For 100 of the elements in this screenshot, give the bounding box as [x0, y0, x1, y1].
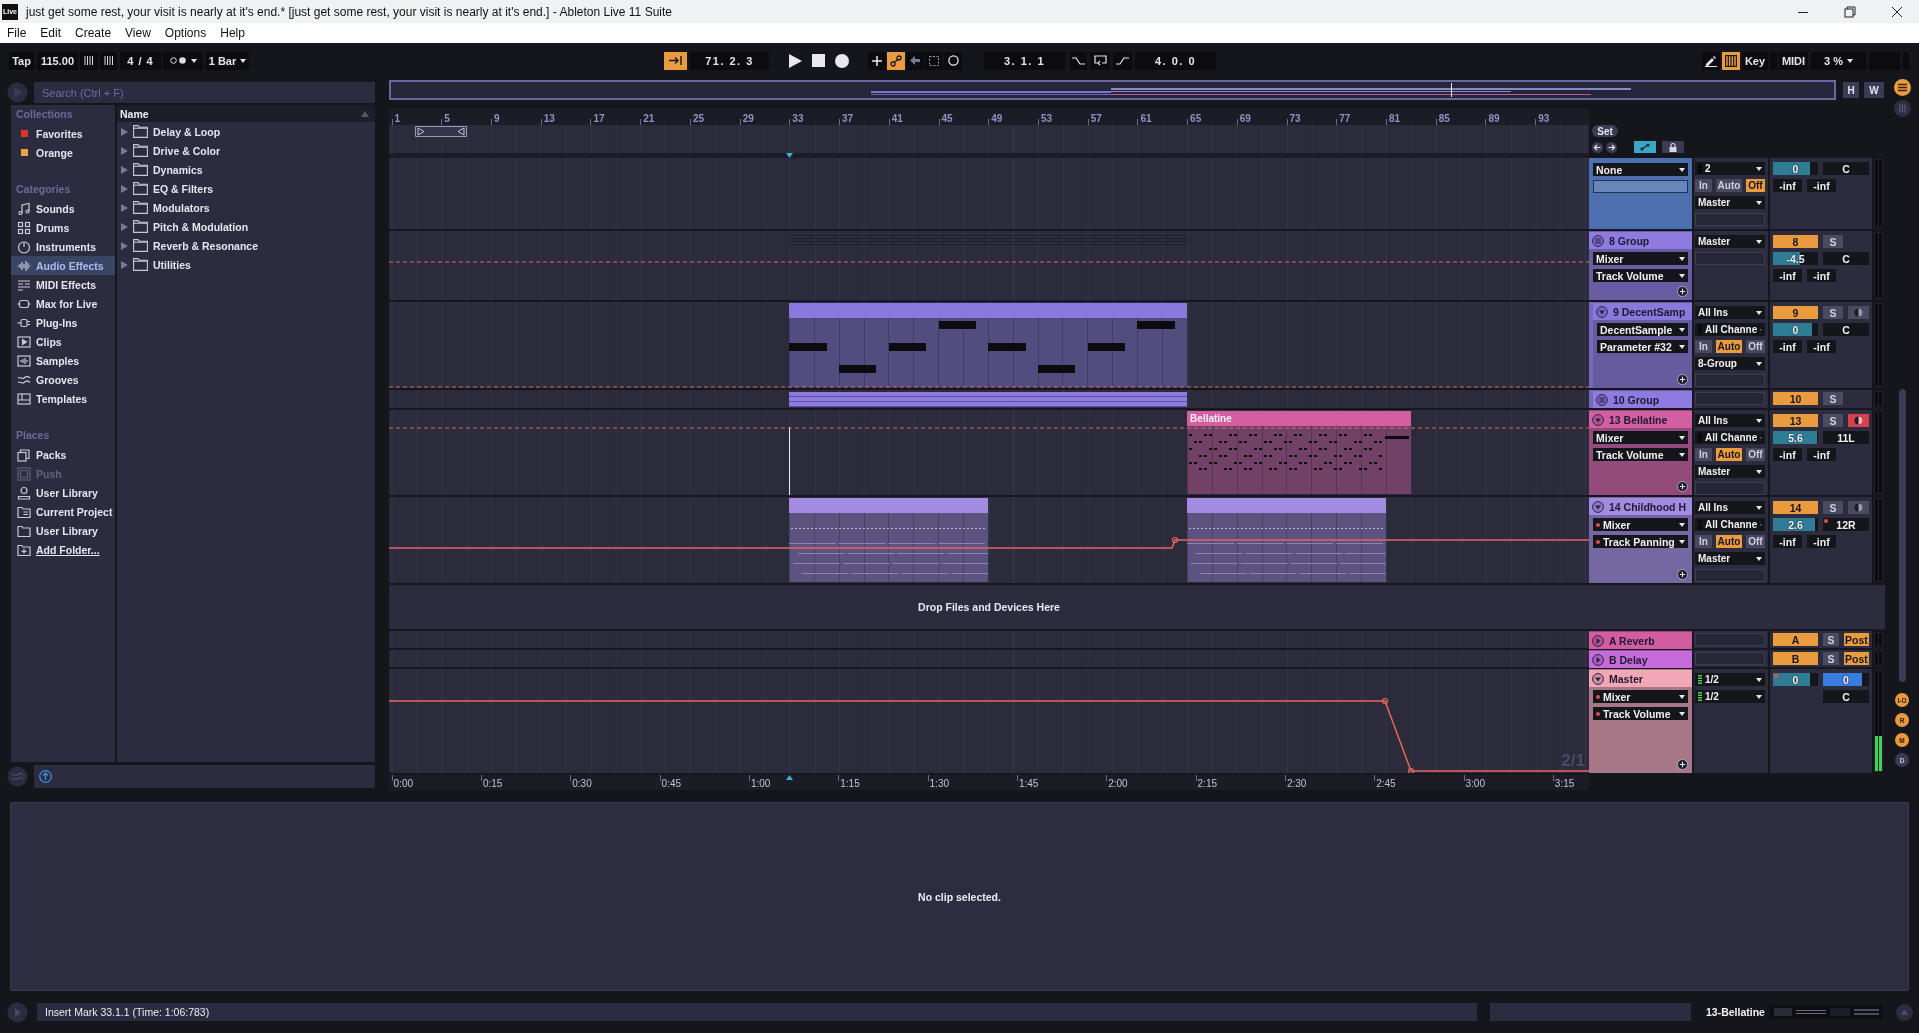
solo-button[interactable]: S [1823, 235, 1843, 248]
dropdown[interactable]: All Channe [1695, 518, 1765, 531]
previous-locator-icon[interactable] [1592, 141, 1603, 153]
dropdown[interactable]: All Channe [1695, 431, 1765, 444]
loop-start-field[interactable]: 3. 1. 1 [984, 51, 1065, 70]
monitor-button[interactable]: Auto [1716, 340, 1742, 353]
dropdown[interactable]: Mixer [1593, 518, 1688, 531]
capture-button[interactable] [925, 51, 943, 70]
key-map-button[interactable]: Key [1742, 51, 1768, 70]
sidebar-item[interactable]: Grooves [11, 370, 115, 389]
sidebar-item[interactable]: Sounds [11, 199, 115, 218]
pan-field[interactable]: C [1823, 252, 1869, 265]
browser-item[interactable]: Delay & Loop [117, 122, 375, 141]
solo-button[interactable]: S [1823, 501, 1843, 514]
add-icon[interactable] [1677, 286, 1688, 297]
loop-brace[interactable] [415, 126, 468, 137]
menu-icon[interactable] [1893, 79, 1911, 96]
menu-item[interactable]: Help [213, 26, 252, 40]
pan-field[interactable]: 11L [1823, 431, 1869, 444]
dropdown[interactable]: None [1593, 163, 1688, 176]
arm-button[interactable] [1848, 306, 1869, 319]
follow-button[interactable] [664, 51, 687, 70]
close-icon[interactable] [1891, 5, 1903, 18]
dropdown[interactable]: All Channe [1695, 323, 1765, 336]
fold-icon[interactable] [1592, 672, 1604, 685]
nudge-button[interactable] [100, 51, 117, 70]
empty-field[interactable] [1695, 252, 1765, 265]
audio-clip[interactable] [789, 498, 989, 582]
scrollbar-thumb[interactable] [1898, 389, 1906, 682]
volume-slider[interactable]: 0 [1773, 323, 1818, 336]
sidebar-item[interactable]: Current Project [11, 502, 115, 521]
search-field[interactable]: Search (Ctrl + F) [34, 82, 375, 103]
sidebar-item[interactable]: Audio Effects [11, 256, 115, 275]
dropdown[interactable]: Track Volume [1593, 707, 1688, 720]
fold-icon[interactable] [1592, 653, 1604, 666]
sidebar-item[interactable]: Templates [11, 389, 115, 408]
set-locator-button[interactable]: Set [1592, 125, 1618, 137]
sidebar-item[interactable]: Max for Live [11, 294, 115, 313]
empty-field[interactable] [1695, 569, 1765, 582]
fold-icon[interactable] [1592, 634, 1604, 647]
lock-envelopes-button[interactable] [1662, 141, 1684, 153]
volume-slider[interactable]: 0 [1773, 162, 1818, 175]
track-activator-button[interactable]: 8 [1773, 235, 1818, 248]
dropdown[interactable]: Mixer [1593, 252, 1688, 265]
next-locator-icon[interactable] [1606, 141, 1617, 153]
midi-clip[interactable] [789, 303, 1188, 387]
sidebar-item[interactable]: Orange [11, 143, 115, 162]
arrow-circle-icon[interactable] [39, 770, 52, 783]
monitor-button[interactable]: Auto [1716, 535, 1742, 548]
time-signature-field[interactable]: 4 / 4 [120, 51, 161, 70]
dropdown[interactable]: DecentSample [1597, 323, 1688, 336]
nudge-button[interactable] [80, 51, 98, 70]
add-icon[interactable] [1677, 759, 1688, 770]
dropdown[interactable]: 1/2 [1695, 690, 1765, 703]
dropdown[interactable]: All Ins [1695, 501, 1765, 514]
loop-length-field[interactable]: 4. 0. 0 [1135, 51, 1216, 70]
monitor-button[interactable]: In [1695, 340, 1712, 353]
bar-ruler[interactable]: 1 5 9 13 17 21 25 29 33 37 41 45 49 53 57 61 65 69 73 77 81 85 89 93 [389, 108, 1589, 125]
draw-mode-button[interactable] [1702, 51, 1720, 70]
sidebar-item[interactable]: Plug-Ins [11, 313, 115, 332]
pan-field[interactable]: C [1823, 162, 1869, 175]
menu-item[interactable]: Edit [33, 26, 69, 40]
overview-zoom-button[interactable]: W [1864, 82, 1884, 98]
monitor-button[interactable]: Auto [1716, 179, 1742, 192]
empty-field[interactable] [1695, 213, 1765, 226]
add-icon[interactable] [1677, 374, 1688, 385]
add-folder-link[interactable]: Add Folder... [11, 540, 115, 559]
sidebar-item[interactable]: Samples [11, 351, 115, 370]
menu-item[interactable]: View [118, 26, 158, 40]
browser-item[interactable]: Modulators [117, 198, 375, 217]
track-activator-button[interactable]: 14 [1773, 501, 1818, 514]
monitor-button[interactable]: In [1695, 448, 1712, 461]
dropdown[interactable]: All Ins [1695, 414, 1765, 427]
menu-item[interactable]: Options [157, 26, 214, 40]
solo-button[interactable]: S [1823, 306, 1843, 319]
sidebar-item[interactable]: Favorites [11, 124, 115, 143]
volume-slider[interactable]: 5.6 [1773, 431, 1818, 444]
automation-mode-button[interactable] [1634, 141, 1656, 153]
volume-slider[interactable]: 0 [1773, 673, 1818, 686]
empty-field[interactable] [1593, 180, 1688, 193]
tempo-field[interactable]: 115.00 [37, 51, 78, 70]
track-title-bar[interactable]: 8 Group [1589, 232, 1692, 249]
solo-button[interactable]: S [1823, 633, 1839, 646]
audio-clip[interactable] [1187, 498, 1386, 582]
play-icon[interactable] [789, 53, 802, 68]
monitor-button[interactable]: Off [1746, 179, 1765, 192]
tap-button[interactable]: Tap [9, 51, 34, 70]
volume-slider[interactable]: 2.6 [1773, 518, 1818, 531]
pan-field[interactable]: C [1823, 323, 1869, 336]
dropdown[interactable]: Mixer [1593, 431, 1688, 444]
dropdown[interactable]: Parameter #32 [1597, 340, 1688, 353]
restore-icon[interactable] [1844, 5, 1856, 18]
automation-arm-button[interactable] [887, 51, 905, 70]
loop-button[interactable] [1090, 51, 1110, 70]
empty-field[interactable] [1695, 374, 1765, 387]
monitor-button[interactable]: Off [1746, 340, 1765, 353]
track-title-bar[interactable]: 14 Childhood H [1589, 498, 1692, 515]
dropdown[interactable]: 8-Group [1695, 357, 1765, 370]
overdub-button[interactable] [868, 51, 886, 70]
post-button[interactable]: Post [1844, 652, 1869, 665]
